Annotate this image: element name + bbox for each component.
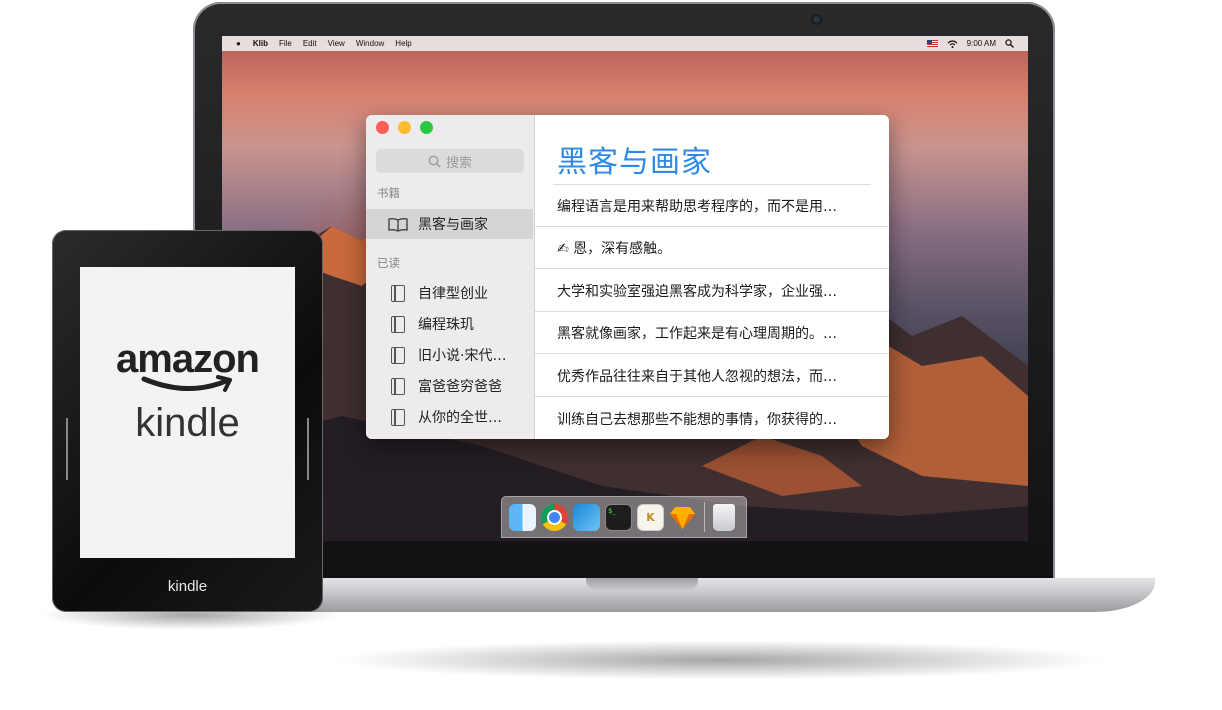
sidebar-item-read-0[interactable]: 自律型创业 [366, 278, 533, 308]
highlight-row[interactable]: 优秀作品往往来自于其他人忽视的想法，而… [535, 355, 889, 397]
book-icon [391, 284, 405, 302]
kindle-wordmark: kindle [135, 401, 240, 445]
book-icon [391, 408, 405, 426]
desktop-screen: ● Klib File Edit View Window Help 9:00 A… [222, 36, 1028, 541]
kindle-screen: amazon kindle [80, 267, 295, 558]
camera [813, 16, 820, 23]
section-read-label: 已读 [377, 256, 400, 270]
wifi-icon[interactable] [947, 39, 958, 48]
dock-separator [704, 502, 705, 532]
sidebar-item-read-2[interactable]: 旧小说·宋代… [366, 340, 533, 370]
sidebar-item-label: 自律型创业 [418, 286, 488, 302]
book-icon [391, 346, 405, 364]
book-icon [391, 377, 405, 395]
sidebar-item-label: 黑客与画家 [418, 217, 488, 233]
trash-icon[interactable] [713, 503, 735, 531]
sidebar-item-read-4[interactable]: 从你的全世… [366, 402, 533, 432]
sidebar-item-label: 富爸爸穷爸爸 [418, 379, 502, 395]
kindle-device: amazon kindle kindle [52, 230, 323, 612]
sidebar-item-label: 从你的全世… [418, 410, 502, 426]
input-source-flag-icon[interactable] [926, 40, 938, 47]
book-title: 黑客与画家 [557, 145, 712, 180]
amazon-smile-icon [141, 375, 232, 392]
section-books-label: 书籍 [377, 186, 400, 200]
klib-window: 搜索 书籍 黑客与画家 已读 自律型创业 编程珠玑 旧小说·宋代… 富爸爸穷爸爸… [366, 115, 889, 439]
sidebar-item-book-0[interactable]: 黑客与画家 [366, 209, 533, 239]
highlight-row[interactable]: 大学和实验室强迫黑客成为科学家，企业强… [535, 270, 889, 312]
menu-edit[interactable]: Edit [303, 39, 317, 48]
laptop-notch [586, 578, 698, 590]
klib-icon[interactable]: K [637, 503, 664, 531]
note-row[interactable]: ✍ 恩，深有感触。 [535, 227, 889, 269]
zoom-button[interactable] [420, 121, 433, 134]
highlight-row[interactable]: 编程语言是用来帮助思考程序的，而不是用… [535, 185, 889, 227]
sidebar-item-read-3[interactable]: 富爸爸穷爸爸 [366, 371, 533, 401]
window-controls [376, 121, 433, 134]
menu-clock[interactable]: 9:00 AM [967, 39, 996, 48]
sidebar: 搜索 书籍 黑客与画家 已读 自律型创业 编程珠玑 旧小说·宋代… 富爸爸穷爸爸… [366, 115, 535, 439]
search-icon [428, 155, 441, 168]
sketch-icon[interactable] [669, 504, 696, 531]
highlight-row[interactable]: 黑客就像画家，工作起来是有心理周期的。… [535, 312, 889, 354]
search-placeholder: 搜索 [445, 155, 472, 171]
open-book-icon [388, 217, 408, 232]
apple-icon[interactable]: ● [236, 39, 241, 48]
menu-app-name[interactable]: Klib [253, 39, 268, 48]
laptop-shadow [330, 640, 1110, 680]
spotlight-search-icon[interactable] [1005, 39, 1014, 48]
menu-help[interactable]: Help [395, 39, 411, 48]
menu-file[interactable]: File [279, 39, 292, 48]
sidebar-item-label: 旧小说·宋代… [418, 348, 507, 364]
book-detail: 黑客与画家 编程语言是用来帮助思考程序的，而不是用… ✍ 恩，深有感触。 大学和… [535, 115, 889, 439]
menu-window[interactable]: Window [356, 39, 384, 48]
dock: $_ K [501, 496, 747, 538]
kindle-bezel-logo: kindle [167, 578, 208, 595]
menu-view[interactable]: View [328, 39, 345, 48]
highlight-row[interactable]: 训练自己去想那些不能想的事情，你获得的… [535, 398, 889, 439]
xcode-icon[interactable] [573, 503, 600, 531]
search-input[interactable]: 搜索 [376, 149, 524, 173]
finder-icon[interactable] [509, 503, 536, 531]
page-turn-right [307, 418, 309, 480]
book-icon [391, 315, 405, 333]
terminal-icon[interactable]: $_ [605, 503, 632, 531]
sidebar-item-label: 编程珠玑 [418, 317, 474, 333]
menu-bar: ● Klib File Edit View Window Help 9:00 A… [222, 36, 1028, 51]
close-button[interactable] [376, 121, 389, 134]
page-turn-left [66, 418, 68, 480]
chrome-icon[interactable] [541, 503, 568, 531]
minimize-button[interactable] [398, 121, 411, 134]
sidebar-item-read-1[interactable]: 编程珠玑 [366, 309, 533, 339]
